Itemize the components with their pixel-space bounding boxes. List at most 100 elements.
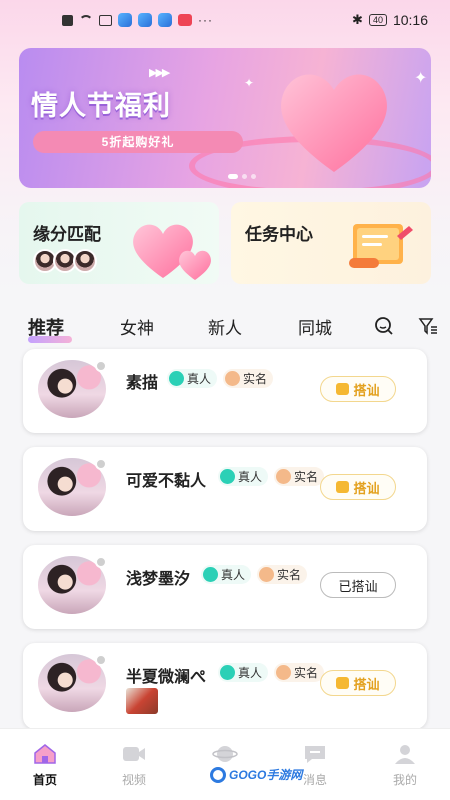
video-icon [123,747,145,761]
user-name: 半夏微澜ぺ [126,669,207,686]
real-person-tag: 真人 [218,663,269,682]
pagination-dot [228,174,238,179]
verified-name-tag: 实名 [257,565,308,584]
app-notification-icon [118,13,132,27]
app-notification-icon [178,14,192,26]
greet-button[interactable]: 搭讪 [320,474,396,500]
greet-label: 搭讪 [353,480,380,496]
promo-banner[interactable]: ✦ ✦ ▶▶▶ 情人节福利 5折起购好礼 [19,48,431,188]
match-title: 缘分匹配 [33,225,101,244]
tab-recommend[interactable]: 推荐 [28,314,64,340]
verified-name-label: 实名 [294,666,319,680]
online-status-dot [95,360,107,372]
user-name: 可爱不黏人 [126,473,207,490]
status-icons-left: ··· [62,11,213,29]
banner-pagination [228,174,256,179]
verified-name-tag: 实名 [223,369,274,388]
verified-name-label: 实名 [294,470,319,484]
bluetooth-icon: ✱ [352,12,363,27]
nav-home[interactable]: 首页 [15,743,75,788]
watermark-logo: GOGO手游网 [210,766,302,783]
alert-icon [62,14,73,26]
verified-name-icon [259,567,274,582]
verified-name-tag: 实名 [274,467,325,486]
hearts-icon [133,224,211,280]
user-name: 素描 [126,375,159,392]
verified-name-label: 实名 [243,372,268,386]
planet-icon [212,746,238,762]
status-time: 10:16 [392,12,428,28]
nav-video[interactable]: 视频 [104,743,164,788]
nav-video-label: 视频 [121,773,146,787]
nav-home-label: 首页 [32,773,57,787]
task-center-card[interactable]: 任务中心 [231,202,431,284]
verified-name-label: 实名 [277,568,302,582]
profile-icon [395,745,415,764]
greet-label: 已搭讪 [338,578,378,594]
battery-icon: 40 [368,14,387,26]
chat-bubble-icon [336,481,350,493]
banner-arrows: ▶▶▶ [149,67,170,79]
heart-icon [281,74,387,172]
task-center-title: 任务中心 [245,225,313,244]
nav-profile-label: 我的 [392,773,417,787]
tab-newcomer[interactable]: 新人 [208,314,242,339]
real-person-icon [220,665,235,680]
greet-label: 搭讪 [353,382,380,398]
real-person-label: 真人 [187,372,212,386]
chat-bubble-icon [336,677,350,689]
real-person-label: 真人 [221,568,246,582]
greet-button[interactable]: 搭讪 [320,670,396,696]
online-status-dot [95,654,107,666]
match-card[interactable]: 缘分匹配 [19,202,219,284]
verified-name-icon [276,665,291,680]
home-icon [34,744,56,764]
real-person-icon [169,371,184,386]
app-notification-icon [158,13,172,27]
category-tabs: 推荐 女神 新人 同城 [0,310,450,343]
real-person-icon [220,469,235,484]
wifi-icon [79,15,93,29]
nav-discover[interactable] [195,743,255,765]
banner-title: 情人节福利 [31,91,171,121]
watermark-icon [210,766,226,783]
chat-bubble-icon [336,383,350,395]
more-notifications: ··· [198,13,213,27]
user-card[interactable]: 可爱不黏人 真人 实名 搭讪 [23,447,427,531]
user-card[interactable]: 半夏微澜ぺ 真人 实名 搭讪 [23,643,427,729]
user-name: 浅梦墨汐 [126,571,191,588]
real-person-label: 真人 [238,666,263,680]
pagination-dot [251,174,256,179]
user-card[interactable]: 浅梦墨汐 真人 实名 已搭讪 [23,545,427,629]
status-icons-right: ✱ 40 10:16 [352,12,428,28]
photo-thumbnail[interactable] [126,688,158,714]
online-status-dot [95,458,107,470]
verified-name-icon [225,371,240,386]
watermark-text: GOGO手游网 [229,768,303,782]
online-status-dot [95,556,107,568]
real-person-label: 真人 [238,470,263,484]
real-person-tag: 真人 [201,565,252,584]
search-icon[interactable] [374,316,394,336]
filter-icon[interactable] [418,316,438,336]
image-icon [99,14,112,26]
tab-goddess[interactable]: 女神 [120,314,154,339]
app-notification-icon [138,13,152,27]
nav-profile[interactable]: 我的 [375,743,435,788]
sparkle-icon: ✦ [244,76,255,90]
greet-label: 搭讪 [353,676,380,692]
match-avatars [33,249,97,273]
user-card[interactable]: 素描 真人 实名 搭讪 [23,349,427,433]
avatar [73,249,97,273]
bottom-nav: 首页 视频 消息 我的 [0,728,450,800]
banner-subtitle: 5折起购好礼 [33,131,243,153]
sparkle-icon: ✦ [414,70,428,87]
message-icon [305,746,325,763]
real-person-tag: 真人 [167,369,218,388]
real-person-icon [203,567,218,582]
status-bar: ··· ✱ 40 10:16 [0,0,450,40]
tab-same-city[interactable]: 同城 [298,314,332,339]
verified-name-tag: 实名 [274,663,325,682]
greeted-button[interactable]: 已搭讪 [320,572,396,598]
greet-button[interactable]: 搭讪 [320,376,396,402]
